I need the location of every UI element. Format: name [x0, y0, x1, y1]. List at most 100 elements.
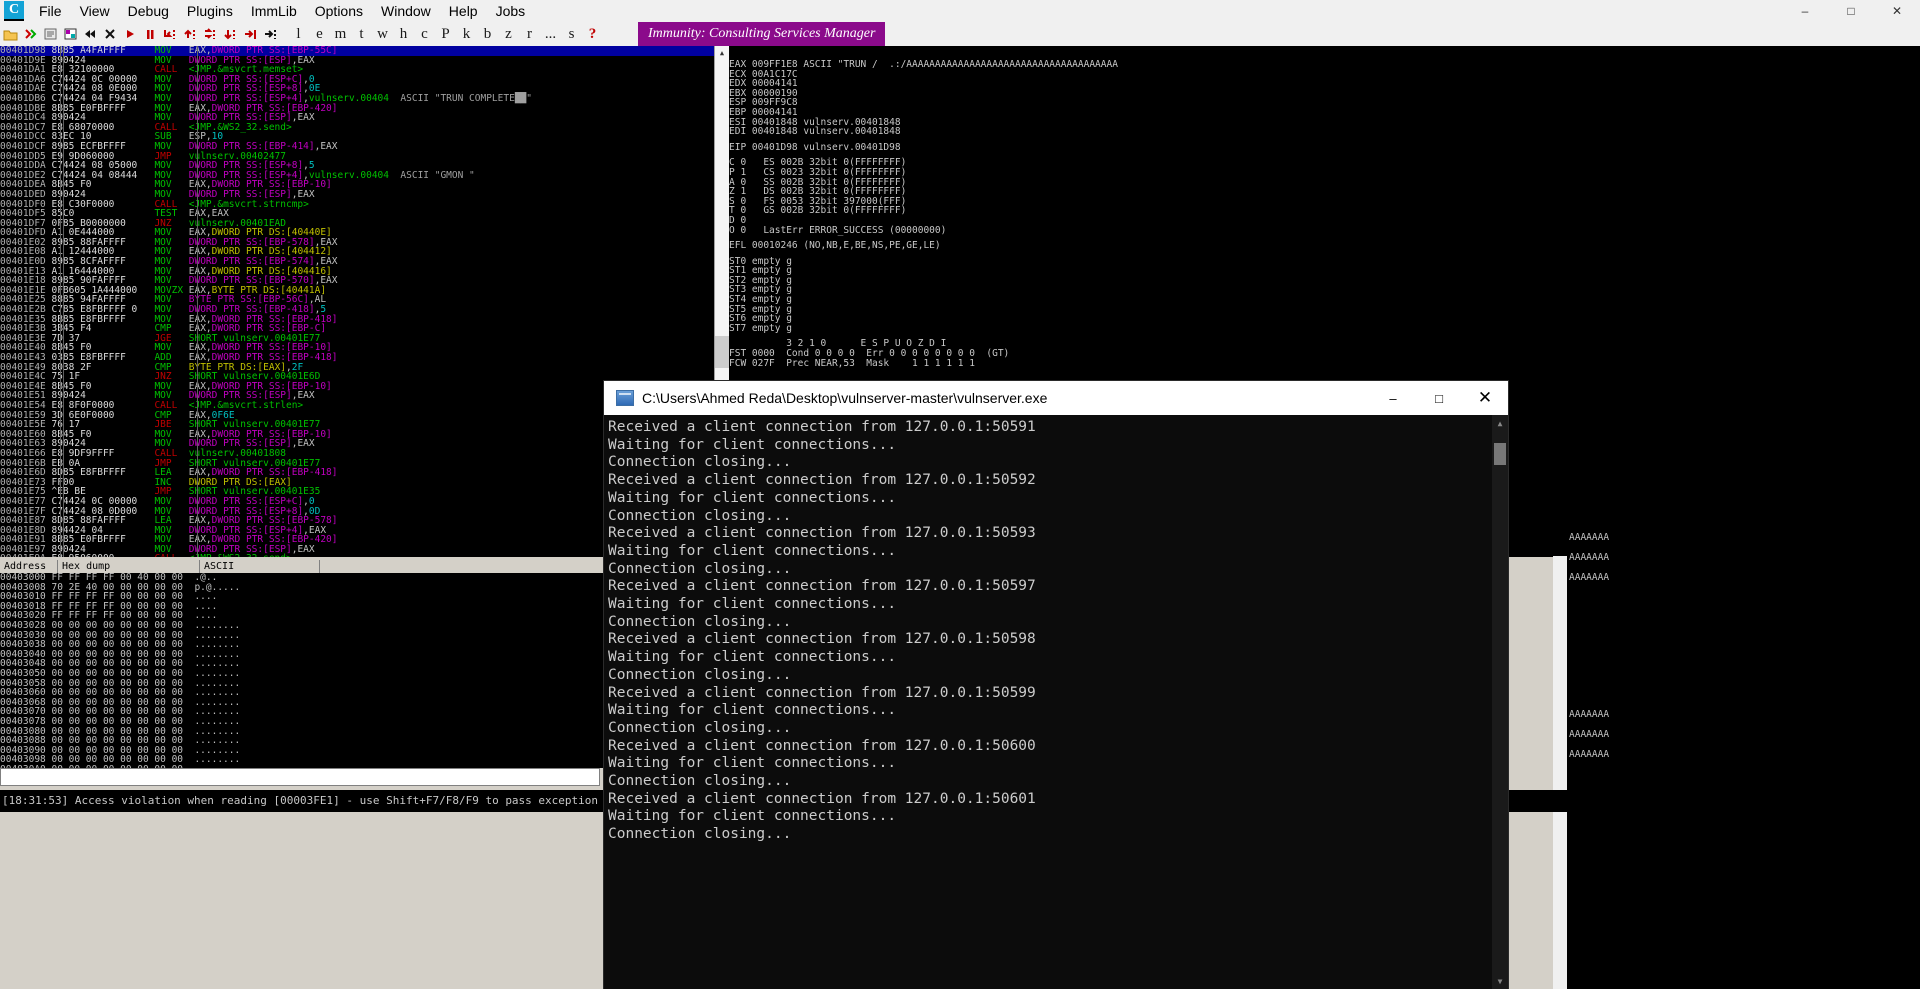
immunity-debugger-window: C File View Debug Plugins ImmLib Options Windo… [0, 0, 1920, 989]
stack-strip-row: AAAAAAA [1569, 572, 1610, 583]
toolbar-button-w[interactable]: w [372, 23, 393, 45]
stack-strip-row: AAAAAAA [1569, 729, 1610, 740]
trace-into-icon[interactable] [200, 23, 220, 45]
console-line: Waiting for client connections... [608, 755, 897, 772]
toolbar-button-P[interactable]: P [435, 23, 456, 45]
toolbar-button-t[interactable]: t [351, 23, 372, 45]
stack-pane-strip[interactable]: AAAAAAA AAAAAAA AAAAAAA AAAAAAA AAAAAAA AAAAA… [1567, 46, 1920, 989]
minimize-button[interactable]: – [1782, 0, 1828, 22]
general-register-row[interactable]: EDI 00401848 vulnserv.00401848 [729, 127, 1567, 137]
stack-strip-row: AAAAAAA [1569, 749, 1610, 760]
console-line: Waiting for client connections... [608, 702, 897, 719]
console-line: Received a client connection from 127.0.… [608, 790, 1036, 807]
vulnserver-console-window[interactable]: C:\Users\Ahmed Reda\Desktop\vulnserver-m… [604, 381, 1508, 989]
console-line: Waiting for client connections... [608, 808, 897, 825]
eip-register-row[interactable]: EIP 00401D98 vulnserv.00401D98 [729, 143, 1567, 153]
console-line: Waiting for client connections... [608, 596, 897, 613]
dump-header-hex: Hex dump [58, 560, 200, 573]
toolbar-button-e[interactable]: e [309, 23, 330, 45]
toolbar-button-h[interactable]: h [393, 23, 414, 45]
registers-scroll-up-icon[interactable]: ▲ [715, 46, 729, 60]
stack-strip-row: AAAAAAA [1569, 532, 1610, 543]
fpu-register-row[interactable]: ST6 empty g [729, 314, 1567, 324]
toolbar-button-k[interactable]: k [456, 23, 477, 45]
menu-item-help[interactable]: Help [440, 1, 487, 21]
trace-over-icon[interactable] [220, 23, 240, 45]
module-window-icon[interactable] [60, 23, 80, 45]
row-comment: ASCII "TRUN COMPLETE██" [388, 92, 532, 104]
toolbar-button-b[interactable]: b [477, 23, 498, 45]
menu-item-view[interactable]: View [71, 1, 119, 21]
menu-item-window[interactable]: Window [372, 1, 440, 21]
fpu-register-row[interactable]: ST2 empty g [729, 276, 1567, 286]
menu-item-immlib[interactable]: ImmLib [242, 1, 306, 21]
efl-register-row[interactable]: EFL 00010246 (NO,NB,E,BE,NS,PE,GE,LE) [729, 241, 1567, 251]
toolbar-button-l[interactable]: l [288, 23, 309, 45]
console-line: Waiting for client connections... [608, 649, 897, 666]
flag-register-row[interactable]: T 0 GS 002B 32bit 0(FFFFFFFF) [729, 206, 1567, 216]
console-maximize-button[interactable]: □ [1416, 381, 1462, 415]
console-scrollbar-thumb[interactable] [1494, 443, 1506, 465]
flag-register-row[interactable]: O 0 LastErr ERROR_SUCCESS (00000000) [729, 225, 1567, 236]
fpu-register-row[interactable]: ST7 empty g [729, 324, 1567, 334]
registers-scrollbar-thumb[interactable] [715, 336, 729, 368]
general-register-row[interactable]: ECX 00A1C17C [729, 69, 1567, 80]
go-to-icon[interactable] [260, 23, 280, 45]
console-line: Connection closing... [608, 507, 792, 524]
row-comment: ASCII "GMON " [388, 169, 475, 181]
menu-item-options[interactable]: Options [306, 1, 372, 21]
stop-icon[interactable] [100, 23, 120, 45]
fpu-register-row[interactable]: ST5 empty g [729, 305, 1567, 315]
log-window-icon[interactable] [40, 23, 60, 45]
step-into-icon[interactable] [160, 23, 180, 45]
console-output[interactable]: Received a client connection from 127.0.… [604, 415, 1508, 989]
console-title-bar[interactable]: C:\Users\Ahmed Reda\Desktop\vulnserver-m… [604, 381, 1508, 415]
menu-item-debug[interactable]: Debug [119, 1, 178, 21]
stack-strip-row: AAAAAAA [1569, 552, 1610, 563]
stack-scrollbar[interactable] [1553, 556, 1567, 989]
toolbar-button-z[interactable]: z [498, 23, 519, 45]
step-over-icon[interactable] [180, 23, 200, 45]
console-scrollbar[interactable]: ▲ ▼ [1492, 415, 1508, 989]
toolbar-letter-buttons: l e m t w h c Pk b z r... s? [288, 23, 603, 45]
fpu-register-row[interactable]: ST4 empty g [729, 295, 1567, 305]
menu-item-file[interactable]: File [30, 1, 71, 21]
command-input[interactable] [0, 768, 600, 786]
restart-icon[interactable] [80, 23, 100, 45]
console-scroll-up-icon[interactable]: ▲ [1492, 415, 1508, 431]
toolbar-button-more[interactable]: ... [540, 23, 561, 45]
close-button[interactable]: ✕ [1874, 0, 1920, 22]
console-minimize-button[interactable]: – [1370, 381, 1416, 415]
pause-icon[interactable] [140, 23, 160, 45]
fpu-register-row[interactable]: ST3 empty g [729, 285, 1567, 295]
general-register-row[interactable]: EAX 009FF1E8 ASCII "TRUN / .:/AAAAAAAAAA… [729, 60, 1567, 70]
fpu-register-row[interactable]: ST0 empty g [729, 257, 1567, 267]
execute-till-return-icon[interactable] [240, 23, 260, 45]
console-line: Connection closing... [608, 666, 792, 683]
console-line: Connection closing... [608, 826, 792, 843]
toolbar: l e m t w h c Pk b z r... s? [0, 22, 1920, 47]
maximize-button[interactable]: □ [1828, 0, 1874, 22]
console-line: Connection closing... [608, 454, 792, 471]
fpu-register-row[interactable]: ST1 empty g [729, 266, 1567, 276]
general-register-row[interactable]: ESP 009FF9C8 [729, 98, 1567, 108]
run-script-icon[interactable] [20, 23, 40, 45]
general-register-row[interactable]: EDX 00004141 [729, 79, 1567, 89]
dump-header-ascii: ASCII [200, 560, 320, 573]
console-close-button[interactable]: ✕ [1462, 381, 1508, 415]
menu-item-jobs[interactable]: Jobs [487, 1, 535, 21]
toolbar-button-help[interactable]: ? [582, 23, 603, 45]
open-folder-icon[interactable] [0, 23, 20, 45]
row-mnemonic: CALL [154, 553, 188, 557]
row-address: 00401E9A [0, 553, 51, 557]
general-register-row[interactable]: EBX 00000190 [729, 89, 1567, 99]
console-scroll-down-icon[interactable]: ▼ [1492, 973, 1508, 989]
fcw-row[interactable]: FCW 027F Prec NEAR,53 Mask 1 1 1 1 1 1 [729, 359, 1567, 369]
toolbar-button-r[interactable]: r [519, 23, 540, 45]
toolbar-button-s[interactable]: s [561, 23, 582, 45]
run-icon[interactable] [120, 23, 140, 45]
console-line: Received a client connection from 127.0.… [608, 419, 1036, 435]
menu-item-plugins[interactable]: Plugins [178, 1, 242, 21]
toolbar-button-m[interactable]: m [330, 23, 351, 45]
toolbar-button-c[interactable]: c [414, 23, 435, 45]
